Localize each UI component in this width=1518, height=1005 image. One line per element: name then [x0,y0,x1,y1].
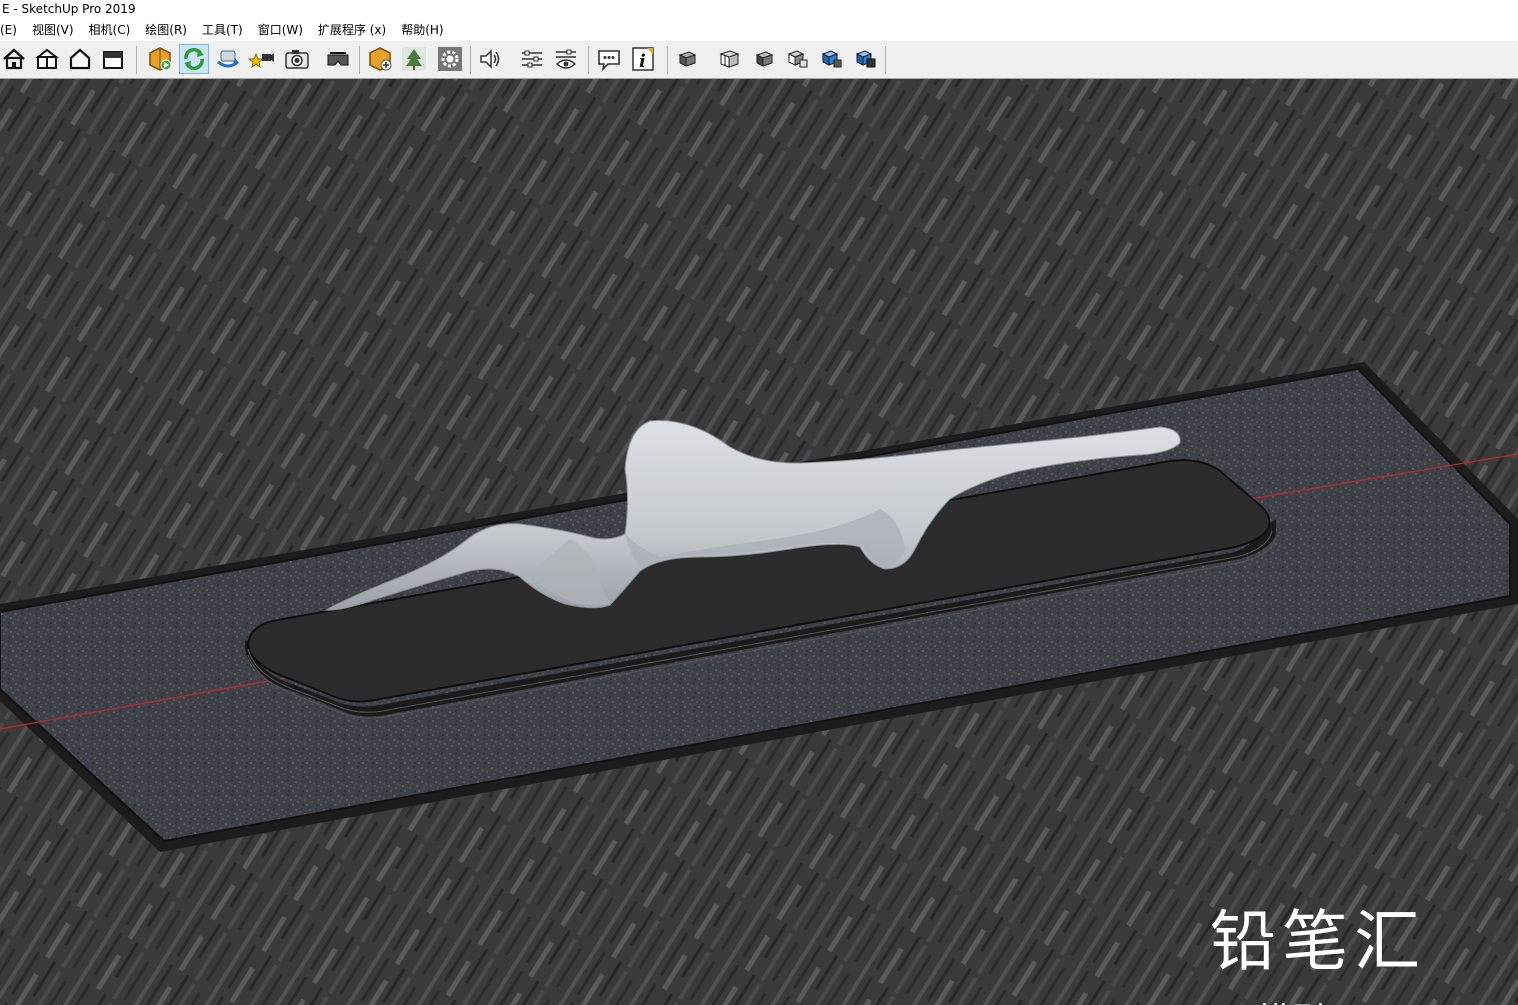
tree-icon[interactable] [400,45,428,73]
toolbar-separator [470,46,471,74]
menu-help[interactable]: 帮助(H) [393,19,450,41]
cube-move-icon[interactable] [852,45,880,73]
model-viewport[interactable]: 铅笔汇 SU模型ID:426644 [0,79,1518,1005]
eye-sliders-icon[interactable] [552,45,580,73]
cube-copy-icon[interactable] [750,45,778,73]
toolbar: i [0,41,1518,79]
watermark-brand: 铅笔汇 [1210,903,1426,980]
cube-stack-icon[interactable] [674,45,702,73]
speaker-icon[interactable] [476,45,504,73]
toolbar-separator [667,46,668,74]
info-icon[interactable]: i [629,45,657,73]
orbit-refresh-icon[interactable] [179,44,209,74]
cube-section-icon[interactable] [716,45,744,73]
home-view-icon[interactable] [0,45,28,73]
window-title: E - SketchUp Pro 2019 [2,2,136,16]
toolbar-separator [588,46,589,74]
camera-position-icon[interactable] [247,45,275,73]
menu-edit[interactable]: (E) [0,19,24,41]
menu-window[interactable]: 窗口(W) [250,19,310,41]
menu-extensions[interactable]: 扩展程序 (x) [310,19,393,41]
scene-canvas[interactable] [0,79,1518,1005]
menu-bar: (E) 视图(V) 相机(C) 绘图(R) 工具(T) 窗口(W) 扩展程序 (… [0,19,1518,41]
cube-mirror-icon[interactable] [818,45,846,73]
toolbar-separator [885,46,886,74]
gear-settings-icon[interactable] [436,45,464,73]
vr-headset-icon[interactable] [324,45,352,73]
watermark-model-id: SU模型ID:426644 [1210,1001,1482,1005]
menu-draw[interactable]: 绘图(R) [137,19,194,41]
photo-camera-icon[interactable] [283,45,311,73]
svg-text:i: i [639,51,646,72]
toolbar-separator [359,46,360,74]
sync-icon[interactable] [214,45,242,73]
menu-tools[interactable]: 工具(T) [194,19,250,41]
front-view-icon[interactable] [66,45,94,73]
sliders-icon[interactable] [518,45,546,73]
toolbar-separator [136,46,137,74]
menu-view[interactable]: 视图(V) [24,19,81,41]
top-view-icon[interactable] [99,45,127,73]
window-title-bar: E - SketchUp Pro 2019 [0,0,1518,19]
component-add-icon[interactable] [146,45,174,73]
comment-icon[interactable] [595,45,623,73]
shield-add-icon[interactable] [366,45,394,73]
iso-view-icon[interactable] [33,45,61,73]
menu-camera[interactable]: 相机(C) [81,19,138,41]
cube-blue-icon[interactable] [784,45,812,73]
